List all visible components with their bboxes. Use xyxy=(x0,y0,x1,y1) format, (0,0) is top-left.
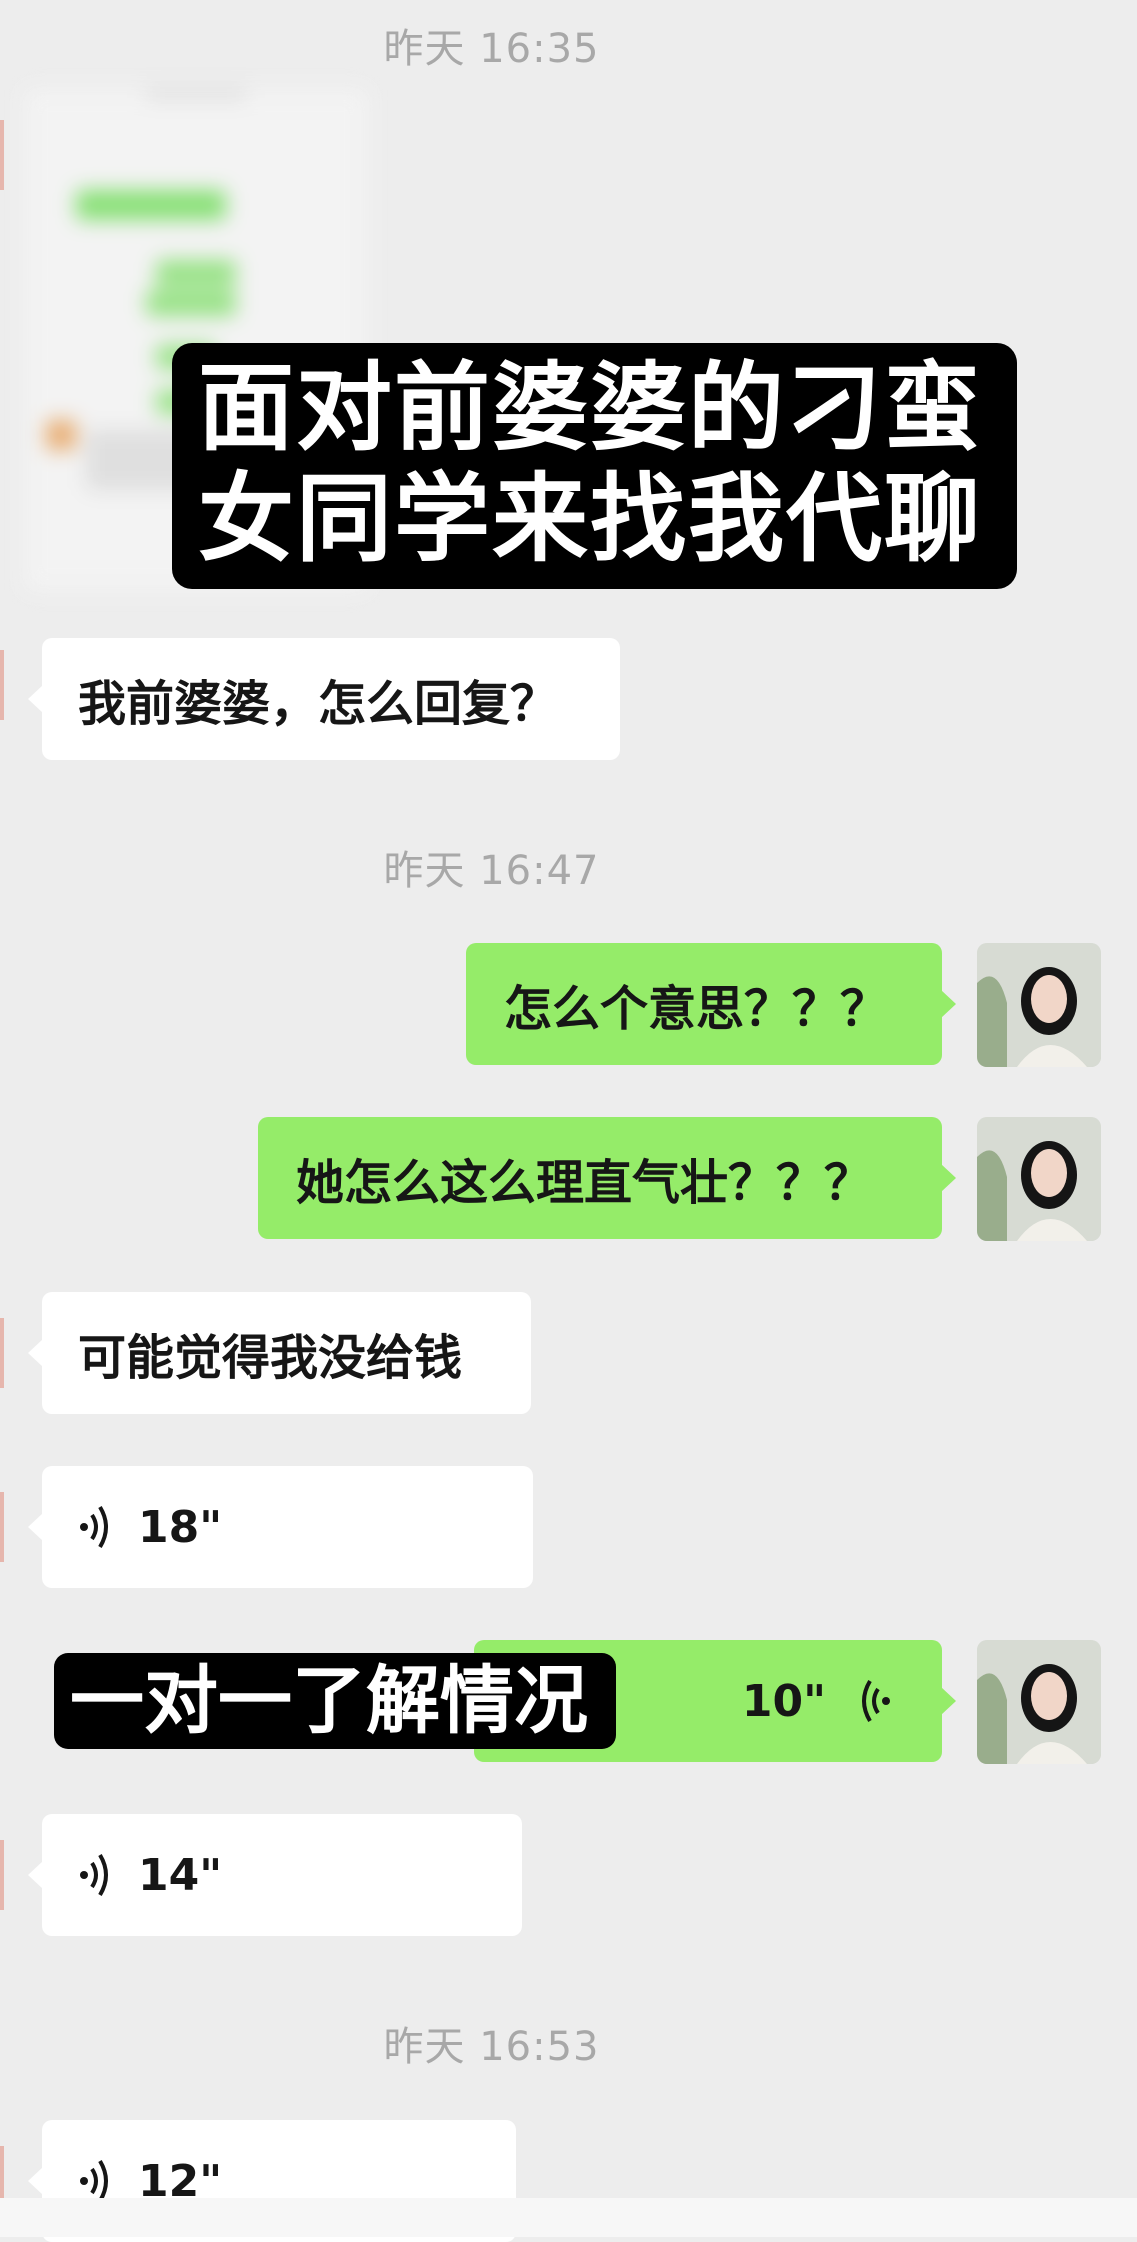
voice-wave-icon xyxy=(80,1853,108,1897)
timestamp: 昨天 16:35 xyxy=(383,26,600,72)
outgoing-message[interactable]: 她怎么这么理直气壮？？？ xyxy=(258,1117,956,1239)
timestamp: 昨天 16:47 xyxy=(383,848,600,894)
outgoing-message[interactable]: 怎么个意思？？？ xyxy=(466,943,956,1065)
overlay-title-line1: 面对前婆婆的刁蛮 xyxy=(198,352,982,464)
sender-avatar-edge xyxy=(0,1318,4,1388)
voice-wave-icon xyxy=(80,1505,108,1549)
sender-avatar-edge xyxy=(0,120,4,190)
overlay-caption: 一对一了解情况 xyxy=(54,1653,616,1749)
avatar[interactable] xyxy=(977,1640,1101,1764)
sender-avatar-edge xyxy=(0,1840,4,1910)
avatar[interactable] xyxy=(977,1117,1101,1241)
incoming-voice-message[interactable]: 14" xyxy=(28,1814,522,1936)
voice-wave-icon xyxy=(80,2159,108,2203)
sender-avatar-edge xyxy=(0,1492,4,1562)
sender-avatar-edge xyxy=(0,650,4,720)
incoming-message[interactable]: 可能觉得我没给钱 xyxy=(28,1292,531,1414)
timestamp: 昨天 16:53 xyxy=(383,2024,600,2070)
message-text: 她怎么这么理直气壮？？？ xyxy=(296,1155,873,1211)
voice-wave-icon xyxy=(862,1679,890,1723)
message-text: 怎么个意思？？？ xyxy=(504,981,889,1037)
incoming-message[interactable]: 我前婆婆，怎么回复？ xyxy=(28,638,620,760)
incoming-voice-message[interactable]: 18" xyxy=(28,1466,533,1588)
overlay-caption-text: 一对一了解情况 xyxy=(70,1658,588,1744)
message-text: 我前婆婆，怎么回复？ xyxy=(78,676,559,732)
bottom-bar-edge xyxy=(0,2198,1137,2237)
message-text: 可能觉得我没给钱 xyxy=(78,1330,463,1386)
voice-duration: 18" xyxy=(138,1501,223,1553)
voice-duration: 14" xyxy=(138,1849,223,1901)
overlay-title-line2: 女同学来找我代聊 xyxy=(198,463,982,575)
overlay-title: 面对前婆婆的刁蛮 女同学来找我代聊 xyxy=(172,343,1017,589)
avatar[interactable] xyxy=(977,943,1101,1067)
voice-duration: 10" xyxy=(741,1675,826,1727)
